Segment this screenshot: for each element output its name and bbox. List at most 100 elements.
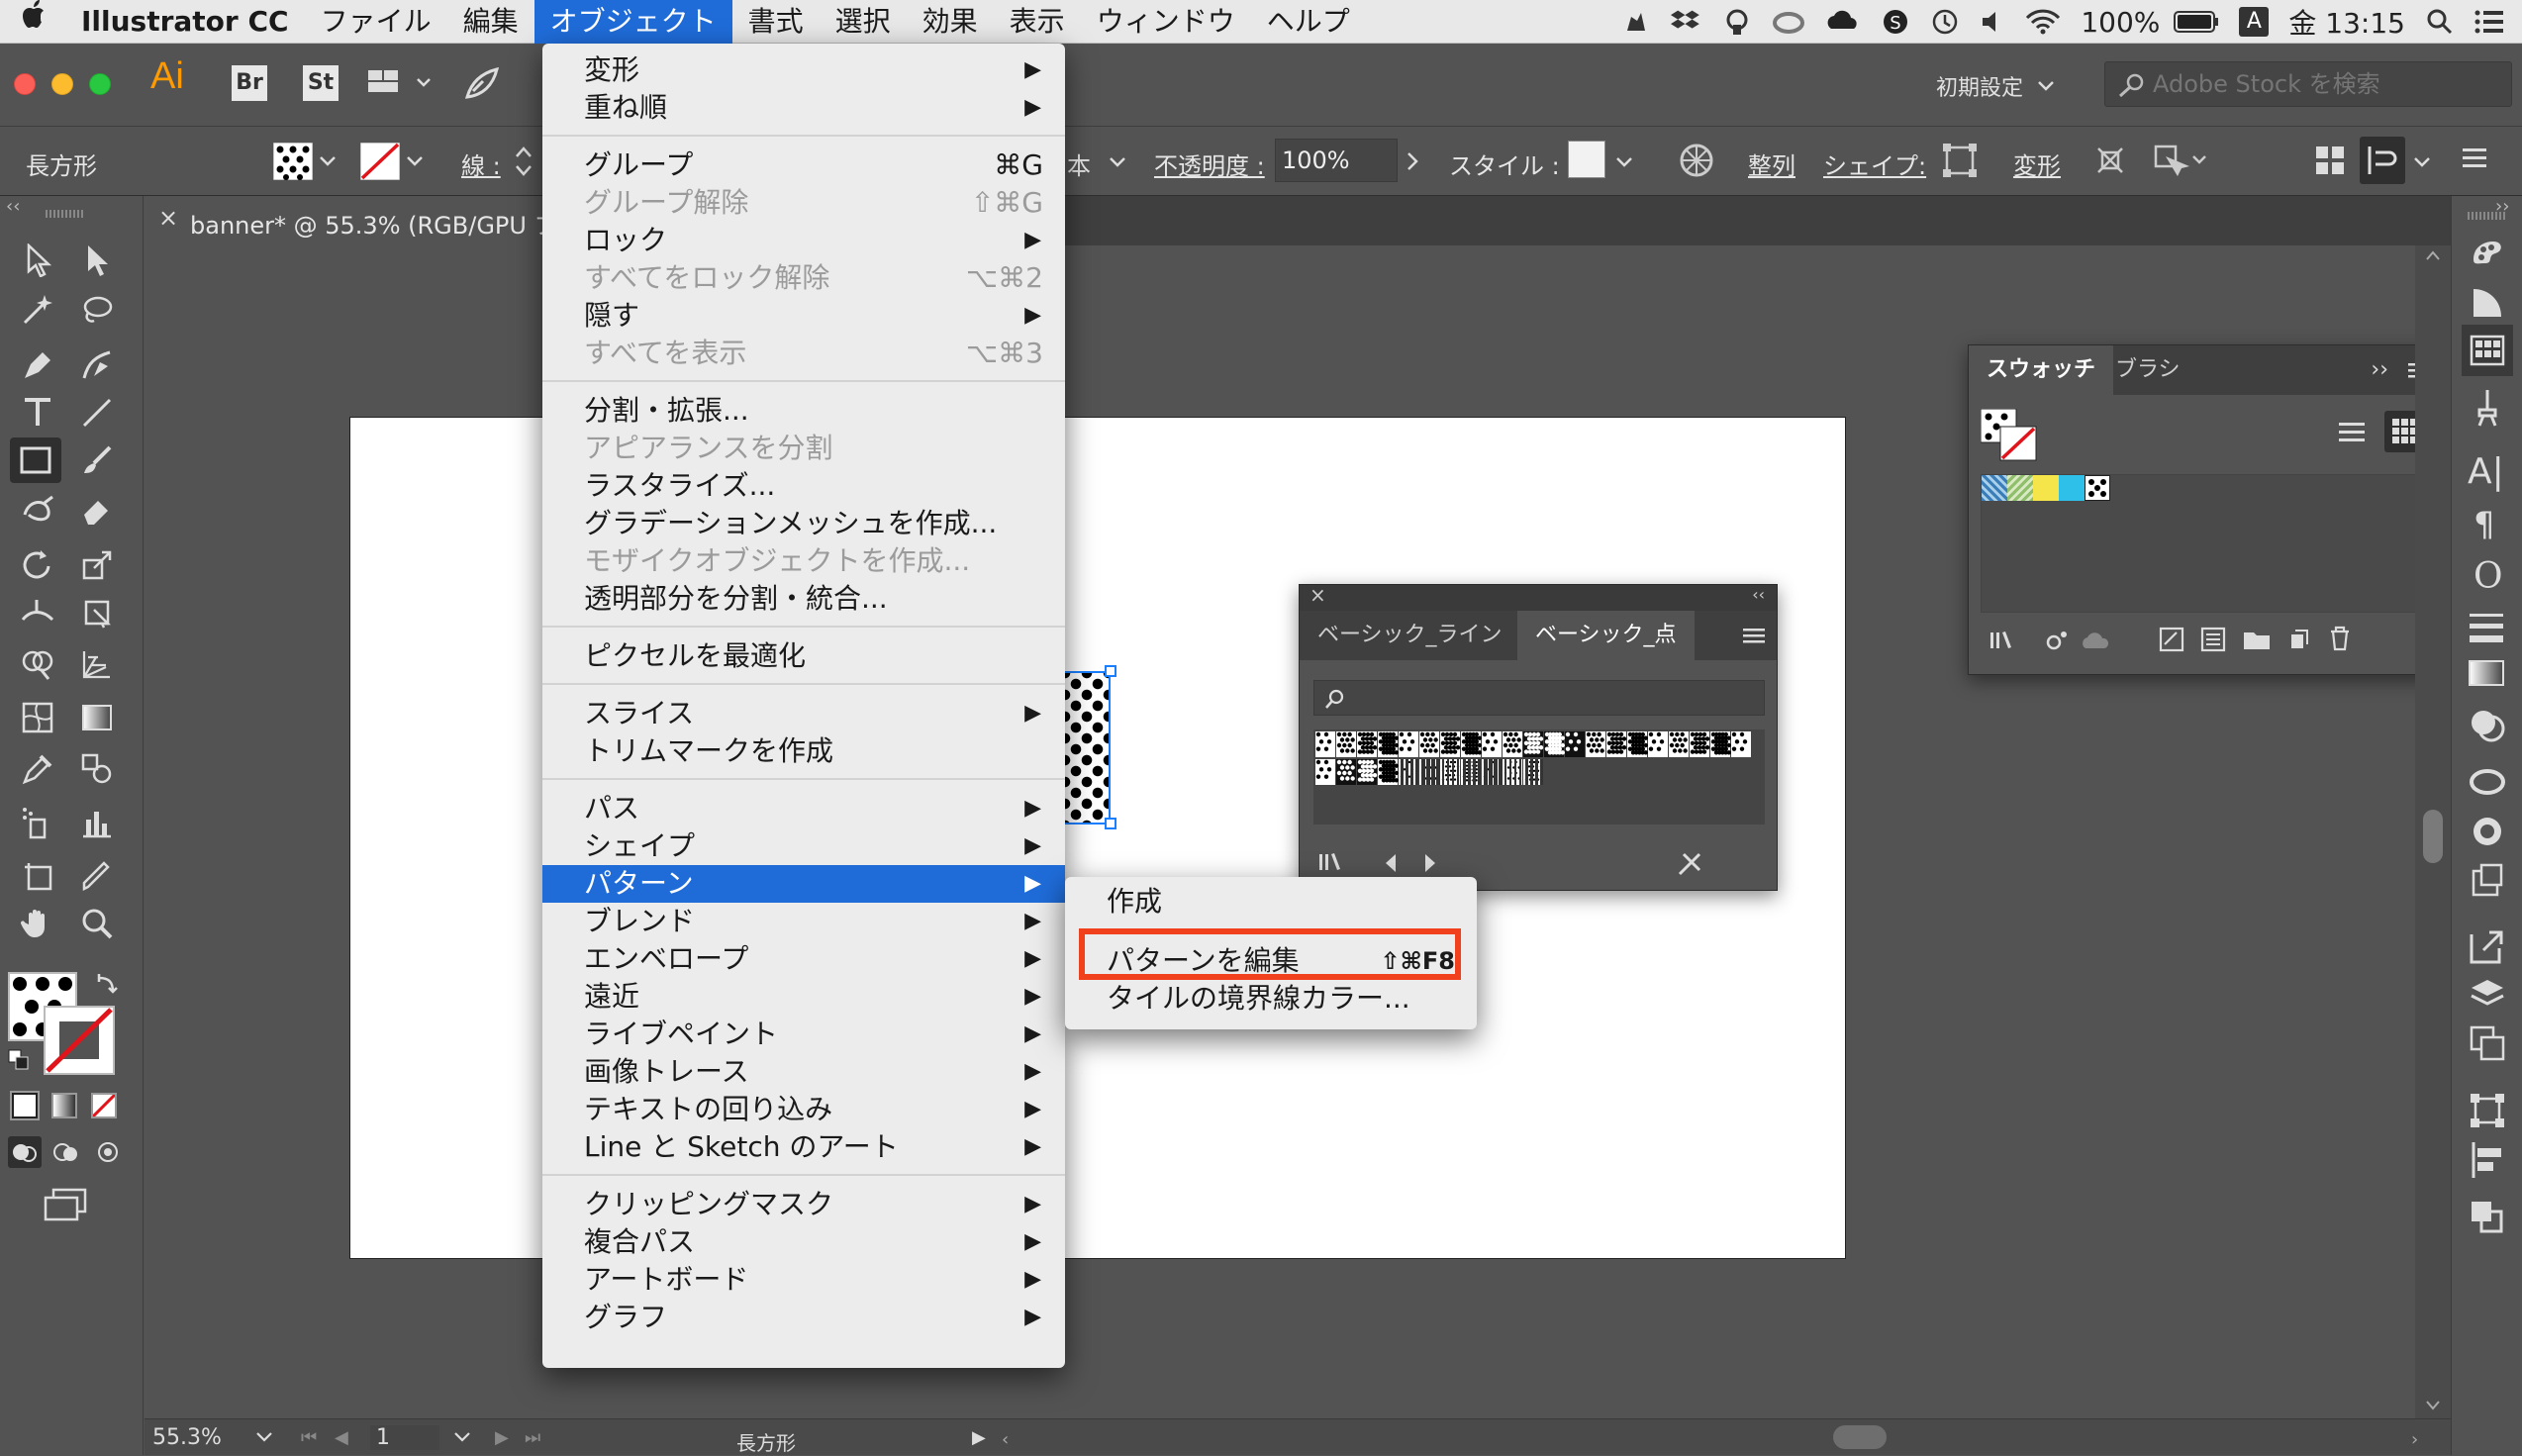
menu-effect[interactable]: 効果 xyxy=(907,0,994,44)
rotate-tool-icon[interactable] xyxy=(12,542,63,588)
menu-item-16[interactable]: スライス ▶ xyxy=(542,695,1065,732)
menu-item-1[interactable]: 変形 ▶ xyxy=(542,51,1065,89)
appearance-panel-icon[interactable] xyxy=(2468,812,2507,851)
menu-item-31[interactable]: グラフ ▶ xyxy=(542,1299,1065,1336)
menu-item-21[interactable]: ブレンド ▶ xyxy=(542,903,1065,940)
bridge-button[interactable]: Br xyxy=(232,65,267,101)
swatch-grid[interactable] xyxy=(1981,474,2428,613)
eyedropper-tool-icon[interactable] xyxy=(12,746,63,792)
library-pattern-swatch[interactable] xyxy=(1378,731,1399,757)
menu-item-9[interactable]: 分割・拡張... xyxy=(542,392,1065,430)
menu-item-23[interactable]: 遠近 ▶ xyxy=(542,978,1065,1016)
menu-item-27[interactable]: Line と Sketch のアート ▶ xyxy=(542,1128,1065,1166)
color-panel-icon[interactable] xyxy=(2468,234,2507,273)
time-machine-icon[interactable] xyxy=(1920,0,1970,44)
slice-tool-icon[interactable] xyxy=(71,853,123,899)
spotlight-icon[interactable] xyxy=(2415,0,2465,44)
shape-builder-tool-icon[interactable] xyxy=(12,641,63,687)
stroke-swatch-picker[interactable] xyxy=(360,143,424,180)
library-pattern-swatch[interactable] xyxy=(1419,731,1439,757)
menu-item-29[interactable]: 複合パス ▶ xyxy=(542,1223,1065,1261)
menu-item-19[interactable]: シェイプ ▶ xyxy=(542,827,1065,865)
brush-chevron-down-icon[interactable] xyxy=(1109,156,1126,168)
transparency-panel-icon[interactable] xyxy=(2468,705,2507,744)
rectangle-tool-icon[interactable] xyxy=(10,437,61,483)
menu-item-30[interactable]: アートボード ▶ xyxy=(542,1261,1065,1299)
tab-brushes[interactable]: ブラシ xyxy=(2097,345,2198,395)
menu-item-11[interactable]: ラスタライズ... xyxy=(542,467,1065,505)
default-fill-stroke-icon[interactable] xyxy=(8,1049,30,1071)
library-pattern-swatch[interactable] xyxy=(1378,759,1399,785)
swatch-dot-pattern[interactable] xyxy=(2085,475,2110,501)
library-pattern-swatch[interactable] xyxy=(1357,731,1378,757)
workspace-switcher[interactable]: 初期設定 xyxy=(1936,69,2055,103)
menu-item-24[interactable]: ライブペイント ▶ xyxy=(542,1016,1065,1053)
eraser-tool-icon[interactable] xyxy=(71,487,123,533)
artboard-number-field[interactable]: 1 xyxy=(370,1425,439,1450)
stock-button[interactable]: St xyxy=(303,65,339,101)
shape-label[interactable]: シェイプ: xyxy=(1823,146,1926,181)
swap-fill-stroke-icon[interactable] xyxy=(95,974,119,996)
menu-type[interactable]: 書式 xyxy=(732,0,820,44)
extension-icon[interactable] xyxy=(1611,0,1661,44)
paragraph-panel-icon[interactable]: ¶ xyxy=(2474,505,2495,544)
color-mode-button[interactable] xyxy=(10,1091,40,1120)
library-pattern-swatch[interactable] xyxy=(1315,759,1335,785)
panel-options-button[interactable] xyxy=(2360,137,2405,184)
brushes-panel-icon[interactable] xyxy=(2468,388,2507,428)
menu-help[interactable]: ヘルプ xyxy=(1251,0,1366,44)
next-artboard-icon[interactable]: ▶ xyxy=(495,1427,509,1448)
line-segment-tool-icon[interactable] xyxy=(71,390,123,436)
notification-center-icon[interactable] xyxy=(2465,0,2522,44)
window-minimize-button[interactable] xyxy=(51,73,73,95)
shaper-tool-icon[interactable] xyxy=(12,487,63,533)
style-swatch[interactable] xyxy=(1568,141,1605,178)
previous-library-icon[interactable] xyxy=(1383,852,1399,874)
symbol-sprayer-tool-icon[interactable] xyxy=(12,800,63,845)
library-pattern-swatch[interactable] xyxy=(1648,731,1668,757)
new-color-group-icon[interactable] xyxy=(2200,627,2228,652)
menu-item-17[interactable]: トリムマークを作成 xyxy=(542,732,1065,770)
scale-tool-icon[interactable] xyxy=(71,542,123,588)
menu-item-2[interactable]: 重ね順 ▶ xyxy=(542,89,1065,127)
library-pattern-swatch[interactable] xyxy=(1586,731,1605,757)
library-pattern-swatch[interactable] xyxy=(1503,731,1522,757)
close-panel-icon[interactable]: × xyxy=(1310,583,1326,607)
graphic-styles-panel-icon[interactable] xyxy=(2468,861,2507,901)
menu-edit[interactable]: 編集 xyxy=(447,0,534,44)
vertical-scrollbar[interactable] xyxy=(2415,245,2451,1418)
swatches-panel-dock-icon[interactable] xyxy=(2462,325,2513,376)
mesh-tool-icon[interactable] xyxy=(12,695,63,740)
pattern-swatches[interactable] xyxy=(1313,729,1765,825)
library-pattern-swatch[interactable] xyxy=(1523,759,1543,785)
draw-normal-icon[interactable] xyxy=(8,1136,42,1168)
panel-menu-icon[interactable] xyxy=(1743,627,1765,644)
current-fill-stroke-swatch[interactable] xyxy=(1981,409,2040,464)
swatch-cyan[interactable] xyxy=(2059,475,2085,501)
library-pattern-swatch[interactable] xyxy=(1482,731,1502,757)
menu-item-12[interactable]: グラデーションメッシュを作成... xyxy=(542,505,1065,542)
artboard-chevron-down-icon[interactable] xyxy=(453,1431,471,1443)
artboards-panel-icon[interactable] xyxy=(2468,1023,2507,1063)
app-menu[interactable]: Illustrator CC xyxy=(59,0,305,44)
transform-panel-icon[interactable] xyxy=(2468,1091,2507,1130)
scroll-up-arrow-icon[interactable] xyxy=(2425,249,2441,261)
opacity-label[interactable]: 不透明度 : xyxy=(1154,146,1265,181)
stroke-weight-stepper-icon[interactable] xyxy=(513,141,534,182)
menu-item-28[interactable]: クリッピングマスク ▶ xyxy=(542,1186,1065,1223)
scroll-left-arrow-icon[interactable]: ‹ xyxy=(1002,1429,1009,1450)
transform-icon[interactable] xyxy=(2090,141,2130,180)
submenu-item-tile-edge-color[interactable]: タイルの境界線カラー... xyxy=(1065,980,1477,1018)
swatch-pattern-1[interactable] xyxy=(1982,475,2007,501)
arrange-grid-icon[interactable] xyxy=(2314,143,2348,178)
library-pattern-swatch[interactable] xyxy=(1336,759,1356,785)
library-pattern-swatch[interactable] xyxy=(1315,731,1335,757)
color-guide-icon[interactable] xyxy=(2468,283,2507,323)
clock[interactable]: 金 13:15 xyxy=(2279,0,2415,44)
menu-object[interactable]: オブジェクト xyxy=(534,0,732,44)
status-menu-arrow-icon[interactable]: ▶ xyxy=(972,1427,986,1448)
menu-item-15[interactable]: ピクセルを最適化 xyxy=(542,637,1065,675)
library-pattern-swatch[interactable] xyxy=(1627,731,1648,757)
battery-icon[interactable] xyxy=(2164,0,2229,44)
width-tool-icon[interactable] xyxy=(12,590,63,635)
